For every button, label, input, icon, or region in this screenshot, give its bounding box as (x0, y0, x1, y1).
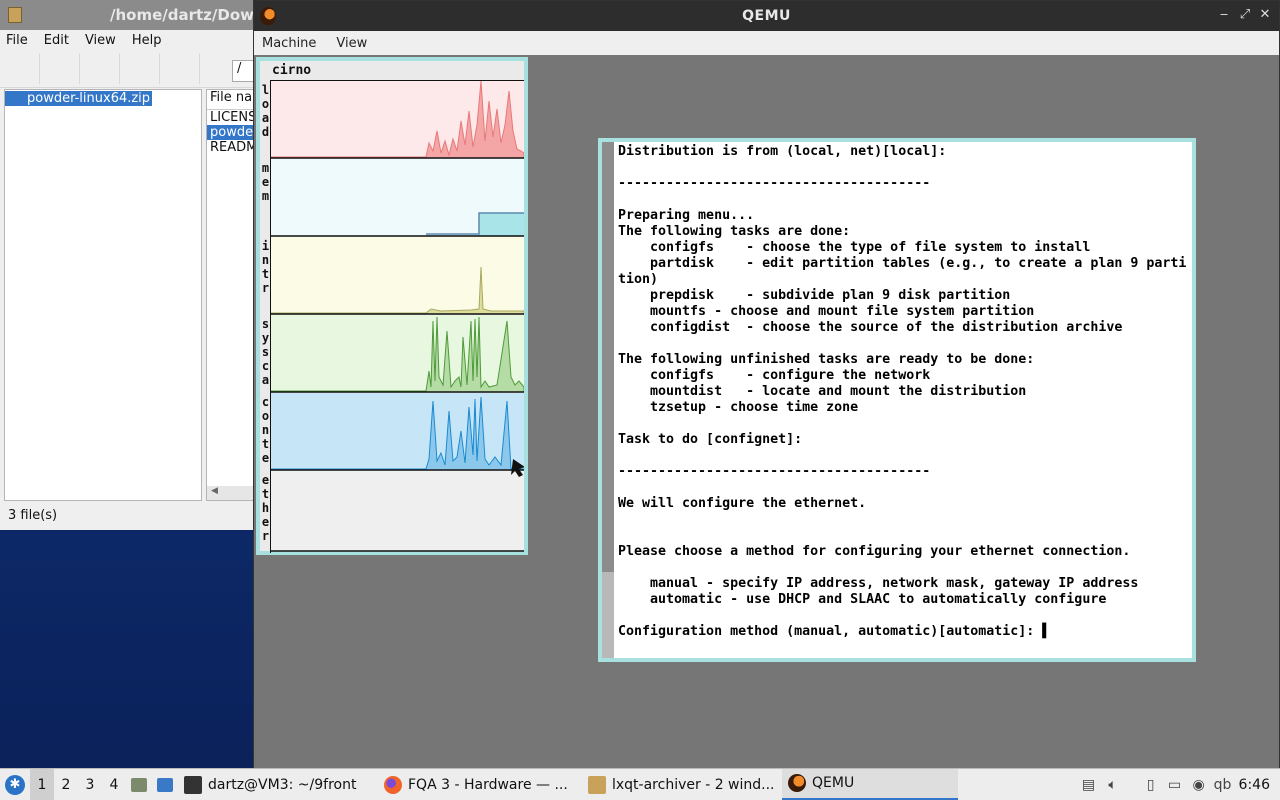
archiver-titlebar[interactable]: /home/dartz/Dow (0, 0, 255, 30)
taskbar: ✱ 1 2 3 4 dartz@VM3: ~/9front FQA 3 - Ha… (0, 768, 1280, 800)
stats-labels: load mem intr sysca conte ether (260, 81, 271, 553)
file-row[interactable]: READM (207, 140, 255, 155)
stats-label-mem: mem (261, 161, 270, 203)
stats-hostname: cirno (272, 63, 312, 78)
workspace-4[interactable]: 4 (102, 769, 126, 800)
task-label: QEMU (812, 775, 855, 791)
menu-view[interactable]: View (336, 36, 367, 51)
folder-tree[interactable]: powder-linux64.zip (4, 89, 202, 501)
system-tray: ▤ 🔈︎ ▯ ▭ ◉ qb 6:46 (1077, 769, 1280, 800)
ether-graph-bg (271, 471, 524, 550)
menu-machine[interactable]: Machine (262, 36, 316, 51)
toolbar-button[interactable] (160, 53, 200, 84)
toolbar-button[interactable] (120, 53, 160, 84)
task-qemu[interactable]: QEMU (782, 768, 958, 800)
qemu-icon (788, 774, 806, 792)
quicklaunch-file-manager[interactable] (126, 769, 152, 800)
column-header-filename[interactable]: File nar (207, 90, 255, 110)
horizontal-scrollbar[interactable]: ◀ (207, 486, 255, 500)
task-archiver[interactable]: lxqt-archiver - 2 wind... (582, 769, 778, 800)
sysca-graph-bg (271, 315, 524, 392)
console-scrollbar[interactable] (602, 142, 614, 658)
clock[interactable]: 6:46 (1235, 777, 1280, 793)
clipboard-icon[interactable]: ▯ (1139, 769, 1163, 800)
menu-file[interactable]: File (6, 33, 28, 48)
archiver-window: /home/dartz/Dow File Edit View Help / po… (0, 0, 256, 530)
terminal-icon (184, 775, 202, 794)
file-list[interactable]: File nar LICENS powder READM ◀ (206, 89, 256, 501)
menu-help[interactable]: Help (132, 33, 162, 48)
archiver-toolbar: / (0, 50, 256, 88)
volume-icon[interactable]: 🔈︎ (1101, 769, 1125, 800)
status-text: 3 file(s) (8, 508, 58, 523)
task-terminal[interactable]: dartz@VM3: ~/9front (178, 769, 374, 800)
lxqt-logo-icon: ✱ (5, 774, 25, 795)
task-label: dartz@VM3: ~/9front (208, 776, 357, 793)
stats-label-conte: conte (261, 395, 270, 465)
task-label: FQA 3 - Hardware — ... (408, 776, 568, 793)
archiver-title: /home/dartz/Dow (110, 6, 254, 24)
keyboard-layout[interactable]: qb (1211, 769, 1235, 800)
network-icon[interactable]: ◉ (1187, 769, 1211, 800)
firefox-icon (384, 775, 402, 794)
console-window[interactable]: Distribution is from (local, net)[local]… (598, 138, 1196, 662)
workspace-3[interactable]: 3 (78, 769, 102, 800)
tray-archive-icon[interactable]: ▤ (1077, 769, 1101, 800)
workspace-2[interactable]: 2 (54, 769, 78, 800)
task-firefox[interactable]: FQA 3 - Hardware — ... (378, 769, 578, 800)
guest-display[interactable]: cirno load mem intr sysca conte ether Di… (254, 55, 1279, 768)
toolbar-button[interactable] (80, 53, 120, 84)
show-desktop-icon (157, 777, 173, 792)
stats-label-intr: intr (261, 239, 270, 295)
workspace-1[interactable]: 1 (30, 768, 54, 800)
qemu-titlebar[interactable]: QEMU ‒ ⤢ ✕ (254, 1, 1279, 31)
scrollbar-thumb[interactable] (602, 142, 614, 572)
stats-window[interactable]: cirno load mem intr sysca conte ether (256, 57, 528, 555)
console-text[interactable]: Distribution is from (local, net)[local]… (618, 144, 1192, 640)
conte-graph-bg (271, 393, 524, 470)
menu-view[interactable]: View (85, 33, 116, 48)
stats-label-ether: ether (261, 473, 270, 543)
file-row[interactable]: LICENS (207, 110, 255, 125)
stats-graphs (271, 81, 524, 552)
file-manager-icon (131, 777, 147, 792)
start-menu-button[interactable]: ✱ (0, 769, 30, 800)
tree-item[interactable]: powder-linux64.zip (5, 91, 153, 106)
archiver-menubar: File Edit View Help (0, 30, 255, 50)
qemu-menubar: Machine View (254, 31, 1279, 55)
archiver-icon (588, 775, 606, 794)
intr-graph-bg (271, 237, 524, 314)
maximize-icon[interactable]: ⤢ (1238, 7, 1252, 23)
stats-label-load: load (261, 83, 270, 139)
minimize-icon[interactable]: ‒ (1217, 7, 1231, 23)
display-icon[interactable]: ▭ (1163, 769, 1187, 800)
toolbar-button[interactable] (0, 53, 40, 84)
toolbar-button[interactable] (40, 53, 80, 84)
task-label: lxqt-archiver - 2 wind... (612, 776, 775, 793)
stats-label-sysca: sysca (261, 317, 270, 387)
file-row[interactable]: powder (207, 125, 255, 140)
qemu-window: QEMU ‒ ⤢ ✕ Machine View cirno load mem i… (253, 0, 1280, 768)
close-icon[interactable]: ✕ (1258, 7, 1272, 23)
quicklaunch-desktop[interactable] (152, 769, 178, 800)
archive-icon (8, 7, 22, 23)
menu-edit[interactable]: Edit (44, 33, 69, 48)
qemu-title: QEMU (742, 8, 791, 24)
